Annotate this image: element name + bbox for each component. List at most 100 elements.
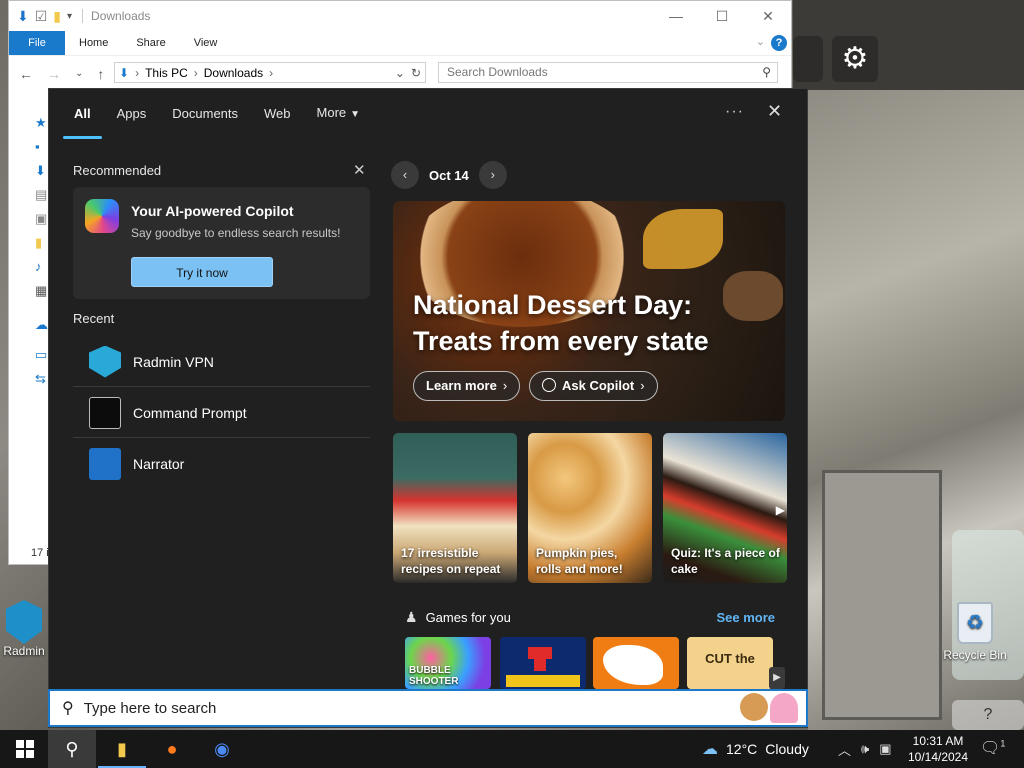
- tab-web[interactable]: Web: [251, 89, 304, 139]
- recent-locations-icon[interactable]: ⌄: [75, 68, 83, 79]
- news-card-quiz[interactable]: Quiz: It's a piece of cake ▶: [663, 433, 787, 583]
- desktop-icon-recycle-bin[interactable]: ♻ Recycle Bin: [940, 602, 1010, 662]
- gear-icon: ⚙: [832, 36, 878, 82]
- chevron-right-icon: ›: [640, 378, 645, 393]
- download-arrow-icon[interactable]: ⬇: [17, 8, 29, 25]
- weather-widget[interactable]: ☁ 12°C Cloudy: [702, 730, 809, 768]
- hero-leaf-image: [643, 209, 723, 269]
- search-input[interactable]: Type here to search: [84, 700, 217, 717]
- games-title: Games for you: [425, 610, 511, 625]
- close-button[interactable]: ✕: [745, 1, 791, 31]
- clock-time: 10:31 AM: [912, 734, 964, 748]
- news-card-pumpkin[interactable]: Pumpkin pies, rolls and more!: [528, 433, 652, 583]
- back-arrow-icon[interactable]: ←: [19, 66, 33, 82]
- news-card-caption: Pumpkin pies, rolls and more!: [536, 546, 623, 576]
- notification-badge: 1: [1000, 738, 1006, 749]
- address-bar[interactable]: ⬇ › This PC › Downloads › ⌄ ↻: [114, 62, 426, 83]
- chrome-taskbar-button[interactable]: ◉: [198, 730, 246, 768]
- recent-item-label: Radmin VPN: [133, 353, 214, 370]
- explorer-title: Downloads: [82, 9, 150, 23]
- tab-apps[interactable]: Apps: [104, 89, 160, 139]
- next-day-button[interactable]: ›: [478, 161, 507, 189]
- chat-bubble-icon: [542, 378, 556, 392]
- close-icon[interactable]: ✕: [767, 101, 782, 122]
- cupcake-icon: [770, 693, 798, 723]
- start-button[interactable]: [16, 740, 34, 758]
- game-tile-stickman[interactable]: [593, 637, 679, 689]
- block-shape: [534, 659, 546, 671]
- refresh-icon[interactable]: ↻: [411, 66, 425, 80]
- up-arrow-icon[interactable]: ↑: [97, 66, 104, 82]
- hero-card[interactable]: National Dessert Day: Treats from every …: [393, 201, 785, 421]
- desktop-icon-label: Recycle Bin: [943, 648, 1007, 662]
- game-tile-cut-the-rope[interactable]: CUT the ROPE: [687, 637, 773, 689]
- tab-more[interactable]: More ▼: [304, 88, 374, 140]
- radmin-vpn-icon: [89, 345, 121, 378]
- network-icon[interactable]: ▣: [879, 741, 891, 757]
- breadcrumb-downloads[interactable]: Downloads: [204, 66, 263, 80]
- dismiss-recommended-icon[interactable]: ✕: [353, 161, 366, 179]
- news-card-recipes[interactable]: 17 irresistible recipes on repeat: [393, 433, 517, 583]
- ask-copilot-button[interactable]: Ask Copilot ›: [529, 371, 658, 401]
- current-date: Oct 14: [429, 167, 469, 183]
- breadcrumb-this-pc[interactable]: This PC: [145, 66, 188, 80]
- help-tile[interactable]: ?: [952, 700, 1024, 730]
- ribbon-tab-view[interactable]: View: [180, 31, 232, 55]
- search-icon: ⚲: [62, 700, 74, 717]
- caret-down-icon: ▼: [350, 109, 361, 120]
- desktop-icon-radmin[interactable]: Radmin: [0, 600, 48, 658]
- cookie-icon: [740, 693, 768, 721]
- quick-access-dropdown-icon[interactable]: ▾: [67, 11, 72, 22]
- recycle-bin-icon: ♻: [957, 602, 993, 644]
- forward-arrow-icon[interactable]: →: [47, 66, 61, 82]
- notification-center-icon[interactable]: 🗨1: [980, 738, 1005, 758]
- see-more-link[interactable]: See more: [716, 610, 775, 625]
- system-tray: ︿ 🕪 ▣: [838, 730, 892, 768]
- copilot-recommendation-card: Your AI-powered Copilot Say goodbye to e…: [73, 187, 370, 299]
- copilot-card-title: Your AI-powered Copilot: [131, 203, 294, 219]
- minimize-button[interactable]: —: [653, 1, 699, 31]
- volume-icon[interactable]: 🕪: [861, 741, 869, 757]
- recent-item-label: Command Prompt: [133, 404, 247, 421]
- ribbon-tab-file[interactable]: File: [9, 31, 65, 55]
- games-scroll-right-icon[interactable]: ▶: [769, 667, 785, 689]
- taskbar-search-box[interactable]: ⚲ Type here to search: [48, 689, 808, 727]
- recent-item-radmin-vpn[interactable]: Radmin VPN: [73, 337, 370, 387]
- game-tile-bubble-shooter[interactable]: BUBBLE SHOOTER: [405, 637, 491, 689]
- tab-documents[interactable]: Documents: [159, 89, 251, 139]
- taskbar-search-button[interactable]: ⚲: [48, 730, 96, 768]
- learn-more-button[interactable]: Learn more ›: [413, 371, 521, 401]
- clock-date: 10/14/2024: [907, 750, 969, 764]
- game-tile-blocks[interactable]: [500, 637, 586, 689]
- file-explorer-taskbar-button[interactable]: ▮: [98, 730, 146, 768]
- scroll-right-icon[interactable]: ▶: [776, 503, 785, 517]
- clock[interactable]: 10:31 AM 10/14/2024: [904, 733, 972, 765]
- tab-all[interactable]: All: [61, 89, 104, 139]
- weather-condition: Cloudy: [765, 741, 809, 757]
- show-hidden-icons-chevron-icon[interactable]: ︿: [838, 740, 851, 759]
- ribbon-tab-home[interactable]: Home: [65, 31, 122, 55]
- chevron-right-icon: ›: [502, 378, 508, 393]
- properties-checkbox-icon[interactable]: ☑: [35, 8, 48, 25]
- chrome-icon: ◉: [214, 739, 230, 759]
- more-options-icon[interactable]: ···: [725, 103, 744, 121]
- previous-day-button[interactable]: ‹: [391, 161, 419, 189]
- help-icon[interactable]: ?: [771, 35, 787, 51]
- recent-item-narrator[interactable]: Narrator: [73, 439, 370, 489]
- explorer-search-input[interactable]: Search Downloads ⚲: [438, 62, 778, 83]
- block-shape: [528, 647, 540, 659]
- tab-more-label: More: [316, 105, 347, 120]
- try-it-now-button[interactable]: Try it now: [131, 257, 273, 287]
- firefox-taskbar-button[interactable]: ●: [148, 730, 196, 768]
- folder-icon[interactable]: ▮: [53, 8, 61, 25]
- ribbon-tab-share[interactable]: Share: [122, 31, 179, 55]
- stickman-shape: [603, 645, 663, 685]
- address-dropdown-icon[interactable]: ⌄: [395, 66, 405, 80]
- desktop-background-dark: [793, 0, 1024, 90]
- recent-item-command-prompt[interactable]: Command Prompt: [73, 388, 370, 438]
- expand-ribbon-icon[interactable]: ⌄: [756, 35, 765, 48]
- search-highlight-decoration: [740, 693, 798, 723]
- maximize-button[interactable]: ☐: [699, 1, 745, 31]
- search-scope-tabs: All Apps Documents Web More ▼: [61, 89, 373, 139]
- games-header: ♟ Games for you See more: [405, 609, 775, 626]
